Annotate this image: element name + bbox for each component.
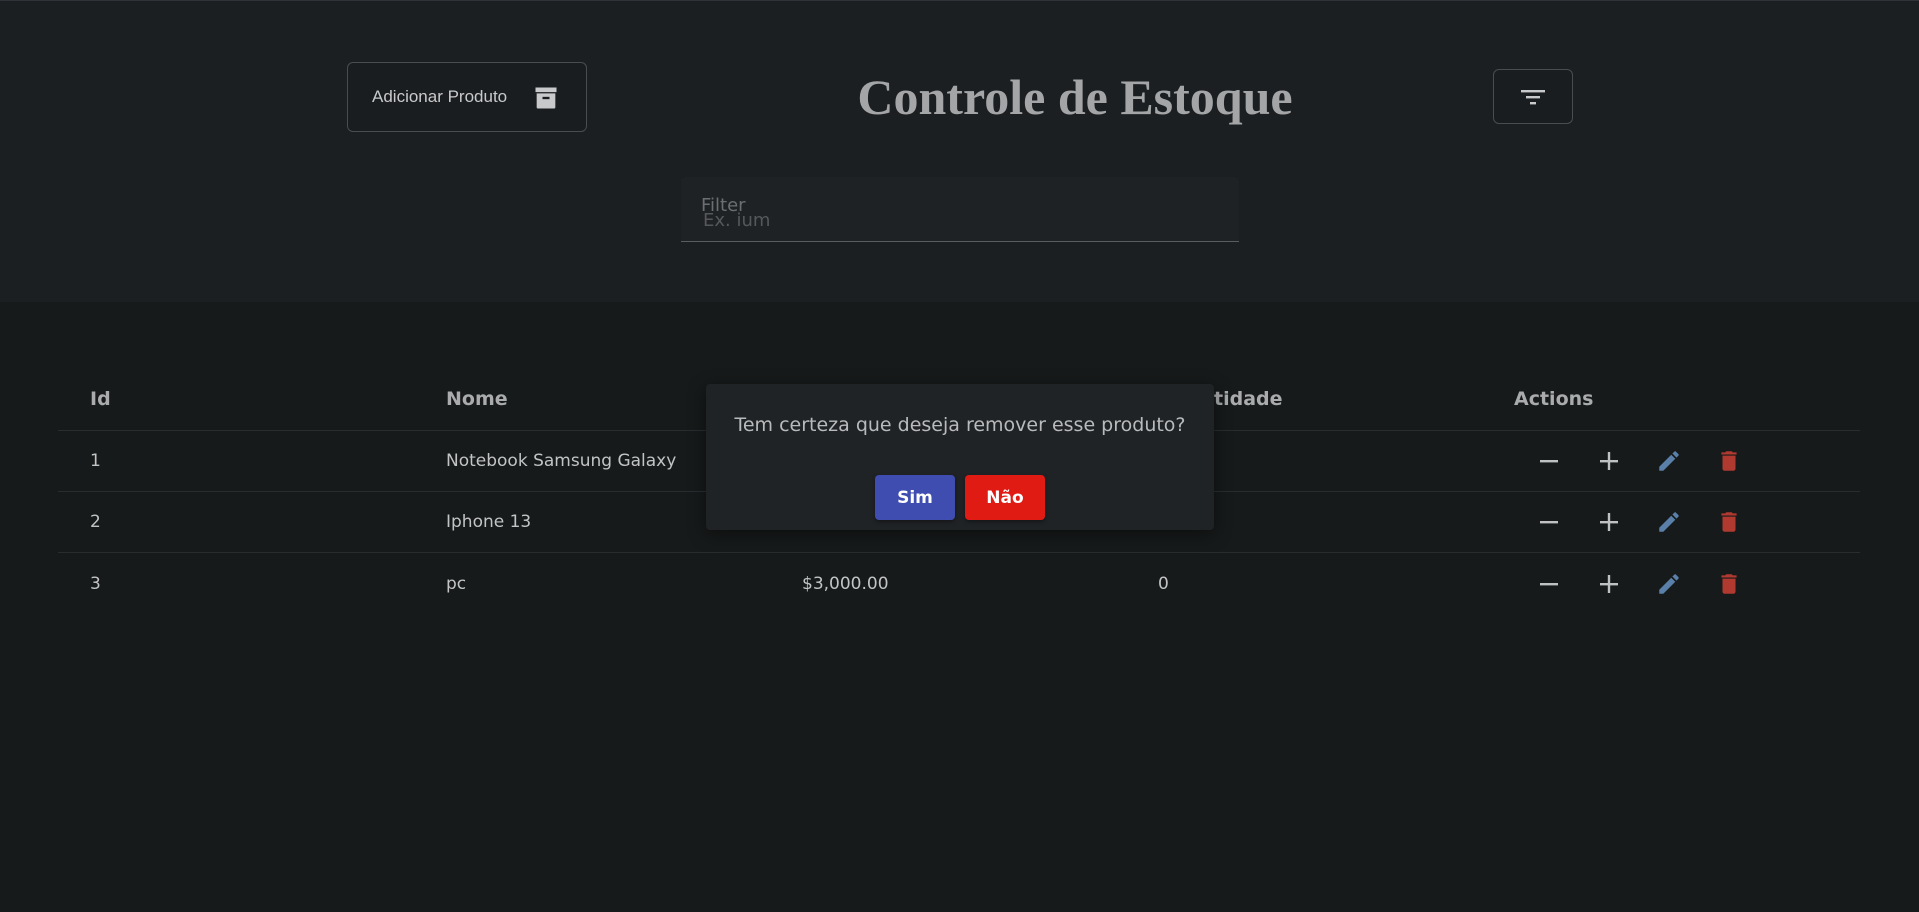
add-product-label: Adicionar Produto xyxy=(372,87,508,106)
column-header-nome[interactable]: Nome xyxy=(446,367,508,430)
confirm-no-button[interactable]: Não xyxy=(965,475,1045,520)
decrease-button[interactable] xyxy=(1531,504,1567,540)
delete-button[interactable] xyxy=(1711,443,1747,479)
cell-id: 2 xyxy=(90,512,101,532)
top-header: Adicionar Produto Controle de Estoque Fi… xyxy=(0,0,1919,302)
edit-icon xyxy=(1659,573,1679,594)
delete-icon xyxy=(1721,573,1737,594)
confirm-yes-button[interactable]: Sim xyxy=(875,475,955,520)
row-actions xyxy=(1531,492,1747,552)
delete-button[interactable] xyxy=(1711,504,1747,540)
increase-button[interactable] xyxy=(1591,504,1627,540)
cell-quantidade: 0 xyxy=(1158,573,1169,594)
filter-list-icon xyxy=(1521,89,1545,104)
column-header-actions: Actions xyxy=(1514,387,1594,410)
edit-button[interactable] xyxy=(1651,443,1687,479)
cell-preco: $3,000.00 xyxy=(802,573,889,594)
decrease-button[interactable] xyxy=(1531,443,1567,479)
dialog-message: Tem certeza que deseja remover esse prod… xyxy=(734,414,1186,436)
increase-button[interactable] xyxy=(1591,443,1627,479)
column-header-id[interactable]: Id xyxy=(90,367,111,430)
edit-button[interactable] xyxy=(1651,566,1687,602)
cell-id: 1 xyxy=(90,451,101,471)
plus-icon xyxy=(1600,513,1618,531)
delete-icon xyxy=(1721,451,1737,471)
edit-button[interactable] xyxy=(1651,504,1687,540)
plus-icon xyxy=(1600,574,1618,593)
edit-icon xyxy=(1659,512,1679,532)
minus-icon xyxy=(1540,460,1558,463)
delete-icon xyxy=(1721,512,1737,532)
cell-nome: pc xyxy=(446,573,467,594)
cell-nome: Notebook Samsung Galaxy xyxy=(446,451,677,471)
minus-icon xyxy=(1540,521,1558,524)
add-product-button[interactable]: Adicionar Produto xyxy=(347,62,587,132)
filter-field[interactable]: Filter xyxy=(681,177,1239,242)
plus-icon xyxy=(1600,452,1618,470)
row-actions xyxy=(1531,431,1747,491)
decrease-button[interactable] xyxy=(1531,566,1567,602)
edit-icon xyxy=(1659,451,1679,471)
filter-input[interactable] xyxy=(701,205,1201,235)
page-title: Controle de Estoque xyxy=(857,69,1293,125)
delete-button[interactable] xyxy=(1711,566,1747,602)
increase-button[interactable] xyxy=(1591,566,1627,602)
minus-icon xyxy=(1540,582,1558,585)
table-row: 3 pc $3,000.00 0 xyxy=(58,553,1860,614)
archive-icon xyxy=(535,87,557,109)
row-actions xyxy=(1531,553,1747,614)
cell-id: 3 xyxy=(90,573,101,594)
confirm-remove-dialog: Tem certeza que deseja remover esse prod… xyxy=(706,384,1214,530)
cell-nome: Iphone 13 xyxy=(446,512,532,532)
filter-button[interactable] xyxy=(1493,69,1573,124)
